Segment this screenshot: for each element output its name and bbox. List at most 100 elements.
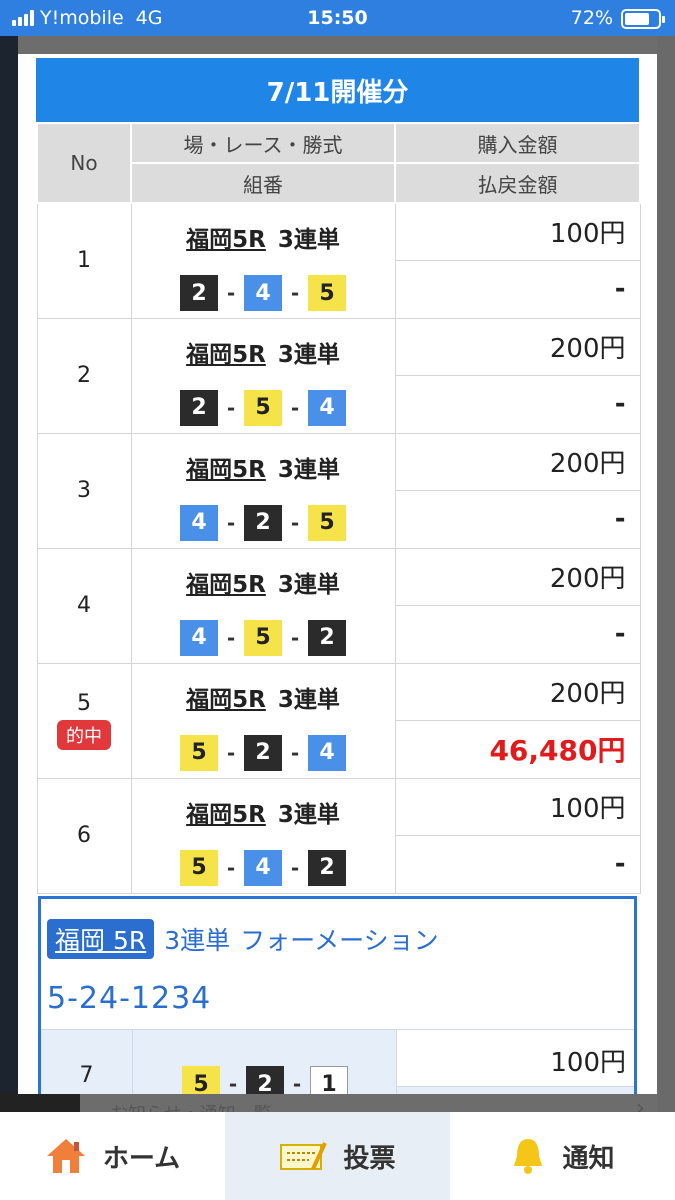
table-row: 6 福岡5R 3連単 5-4-2 100円: [36, 777, 641, 894]
formation-summary: 福岡 5R 3連単 フォーメーション: [47, 919, 439, 959]
combo: 4-5-2: [132, 619, 395, 656]
purchase-amount: 100円: [394, 777, 641, 836]
combo-separator: -: [290, 625, 300, 650]
bottom-nav: ホーム 投票 通知: [0, 1112, 675, 1200]
row-number-cell: 2: [36, 317, 132, 434]
combo: 4-2-5: [132, 504, 395, 541]
combo: 5-2-1: [133, 1066, 397, 1094]
race-cell: 福岡5R 3連単 2-5-4: [130, 317, 396, 434]
boat-number: 5: [308, 275, 346, 311]
purchase-amount: 200円: [394, 317, 641, 376]
ticket-icon: [280, 1142, 328, 1170]
combo: 2-4-5: [132, 275, 395, 311]
boat-number: 4: [244, 275, 282, 311]
purchase-amount: 100円: [397, 1030, 634, 1087]
boat-number: 4: [308, 389, 346, 426]
bet-history-modal: 7/11開催分 No 場・レース・勝式 購入金額 組番 払戻金額 1 福岡5R 3連…: [18, 54, 657, 1094]
boat-number: 2: [180, 389, 218, 426]
row-number: 4: [77, 593, 91, 618]
race-venue-link[interactable]: 福岡5R: [186, 565, 266, 599]
bell-icon: [514, 1139, 543, 1174]
combo-separator: -: [228, 1072, 238, 1094]
modal-title: 7/11開催分: [36, 58, 639, 122]
combo-separator: -: [290, 281, 300, 305]
boat-number: 1: [310, 1066, 348, 1094]
race-cell: 福岡5R 3連単 5-2-4: [130, 662, 396, 779]
row-number: 7: [41, 1030, 133, 1094]
race-venue-link[interactable]: 福岡5R: [186, 220, 266, 254]
bet-type: 3連単: [277, 341, 340, 368]
header-race: 場・レース・勝式: [130, 122, 396, 164]
purchase-amount: 100円: [394, 202, 641, 261]
combo: 5-4-2: [132, 849, 395, 886]
combo-separator: -: [226, 740, 236, 765]
boat-number: 4: [180, 619, 218, 656]
boat-number: 5: [180, 734, 218, 771]
race-cell: 福岡5R 3連単 4-2-5: [130, 432, 396, 549]
row-number-cell: 1: [36, 202, 132, 319]
boat-number: 5: [244, 389, 282, 426]
table-row: 5 的中 福岡5R 3連単 5-2-4 200円: [36, 662, 641, 779]
payout-amount: -: [394, 834, 641, 894]
race-venue-link[interactable]: 福岡5R: [186, 795, 266, 829]
boat-number: 5: [180, 849, 218, 886]
table-row: 2 福岡5R 3連単 2-5-4 200円: [36, 317, 641, 434]
nav-vote[interactable]: 投票: [225, 1112, 450, 1200]
race-title: 福岡5R 3連単: [186, 795, 340, 829]
formation-bet-type: 3連単: [164, 926, 231, 955]
combo-separator: -: [226, 855, 236, 880]
purchase-amount: 200円: [394, 662, 641, 721]
bet-type: 3連単: [277, 686, 340, 713]
nav-home-label: ホーム: [102, 1143, 181, 1174]
race-cell: 福岡5R 3連単 2-4-5: [130, 202, 396, 319]
race-venue-link[interactable]: 福岡5R: [186, 680, 266, 714]
row-number-cell: 3: [36, 432, 132, 549]
purchase-amount: 200円: [394, 547, 641, 606]
formation-pattern: 5-24-1234: [47, 981, 212, 1016]
status-bar: Y!mobile 4G 15:50 72%: [0, 0, 675, 36]
race-title: 福岡5R 3連単: [186, 565, 340, 599]
boat-number: 2: [244, 734, 282, 771]
boat-number: 4: [244, 849, 282, 886]
race-title: 福岡5R 3連単: [186, 450, 340, 484]
row-number: 2: [77, 363, 91, 388]
header-purchase: 購入金額: [394, 122, 641, 164]
payout-amount: -: [394, 374, 641, 434]
row-number: 1: [77, 248, 91, 274]
formation-block: 福岡 5R 3連単 フォーメーション 5-24-1234 7 5-2-1 100…: [38, 896, 637, 1094]
row-number-cell: 5 的中: [36, 662, 132, 779]
payout-amount: -: [394, 489, 641, 549]
bet-type: 3連単: [277, 456, 340, 483]
combo-separator: -: [226, 395, 236, 420]
home-icon: [46, 1139, 85, 1173]
table-row: 1 福岡5R 3連単 2-4-5 100円: [36, 202, 641, 319]
boat-number: 5: [244, 619, 282, 656]
boat-number: 5: [308, 504, 346, 541]
combo-separator: -: [290, 510, 300, 535]
row-number: 3: [77, 478, 91, 503]
boat-number: 2: [308, 619, 346, 656]
combo-separator: -: [226, 510, 236, 535]
row-number: 5: [77, 691, 91, 716]
boat-number: 2: [246, 1066, 284, 1094]
race-title: 福岡5R 3連単: [186, 220, 340, 254]
payout-amount: -: [394, 604, 641, 664]
nav-notify[interactable]: 通知: [450, 1112, 675, 1200]
combo: 2-5-4: [132, 389, 395, 426]
bet-type: 3連単: [277, 571, 340, 598]
row-number-cell: 6: [36, 777, 132, 894]
combo: 5-2-4: [132, 734, 395, 771]
nav-home[interactable]: ホーム: [0, 1112, 225, 1200]
formation-venue-link[interactable]: 福岡 5R: [47, 919, 155, 959]
battery-percent: 72%: [570, 7, 613, 29]
race-venue-link[interactable]: 福岡5R: [186, 335, 266, 369]
boat-number: 4: [308, 734, 346, 771]
combo-separator: -: [292, 1072, 302, 1094]
row-number-cell: 4: [36, 547, 132, 664]
combo-separator: -: [290, 855, 300, 880]
race-venue-link[interactable]: 福岡5R: [186, 450, 266, 484]
header-combo: 組番: [130, 162, 396, 204]
combo-separator: -: [226, 281, 236, 305]
table-row: 4 福岡5R 3連単 4-5-2 200円: [36, 547, 641, 664]
nav-vote-label: 投票: [343, 1143, 396, 1174]
